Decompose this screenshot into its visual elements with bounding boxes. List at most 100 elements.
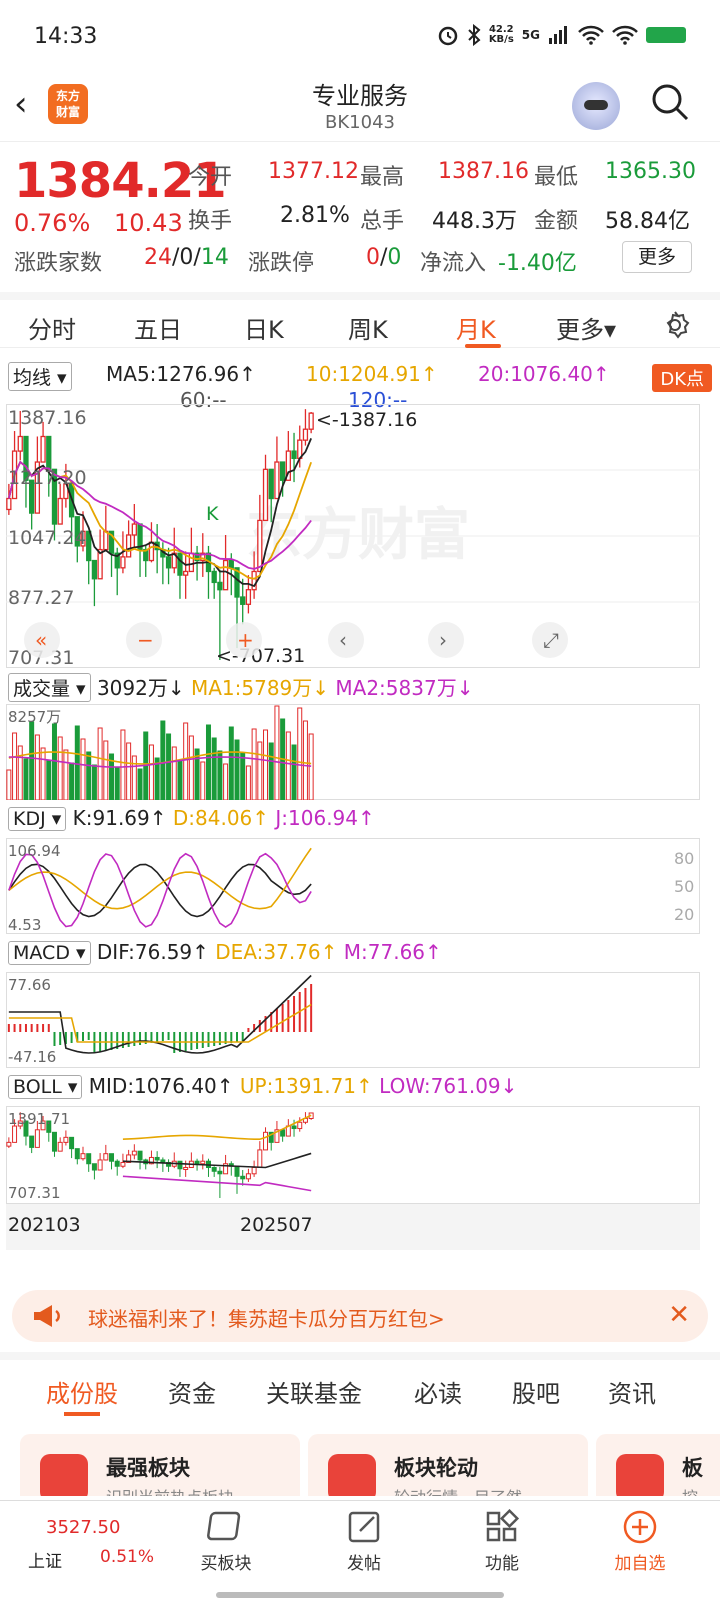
ma-selector[interactable]: 均线 ▾	[8, 362, 72, 391]
volume-selector[interactable]: 成交量 ▾	[8, 673, 91, 702]
kdj-tick-top: 106.94	[8, 842, 61, 860]
card-partial[interactable]: 板 挖	[596, 1434, 720, 1496]
sector-rotation-icon	[328, 1454, 376, 1496]
boll-candle-body	[12, 1125, 18, 1143]
boll-candle-body	[120, 1161, 126, 1167]
volume-bar	[166, 733, 172, 800]
tab-constituents[interactable]: 成份股	[46, 1374, 118, 1409]
y-tick-label: 1387.16	[8, 407, 87, 429]
tab-intraday[interactable]: 分时	[28, 310, 76, 345]
volume-bar	[69, 762, 75, 800]
boll-candle-body	[103, 1153, 109, 1161]
promo-text: 球迷福利来了！集苏超卡瓜分百万红包>	[88, 1307, 445, 1331]
volume-bar	[183, 722, 189, 800]
candle-body	[240, 596, 246, 605]
nav-add-watchlist[interactable]: 加自选	[590, 1505, 690, 1574]
tab-five-day[interactable]: 五日	[134, 310, 182, 345]
volume-bar	[97, 727, 103, 800]
tab-news[interactable]: 资讯	[608, 1374, 656, 1409]
macd-dif-label: DIF:76.59↑	[96, 940, 209, 964]
tab-more-periods[interactable]: 更多▾	[556, 310, 616, 345]
limit-label: 涨跌停	[248, 251, 315, 276]
wifi-icon	[578, 25, 604, 45]
volume-bar	[51, 723, 57, 800]
x-label-start: 202103	[8, 1214, 81, 1236]
kdj-k-label: K:91.69↑	[72, 806, 167, 830]
volume-bar	[29, 721, 35, 800]
status-bar: 14:33 42.2 KB/s 5G	[0, 0, 720, 70]
boll-chart[interactable]: 1391.71 707.31	[6, 1106, 700, 1204]
ma5-label: MA5:1276.96↑	[106, 362, 256, 386]
volume-bar	[6, 769, 12, 800]
tab-funds[interactable]: 资金	[168, 1374, 216, 1409]
max-price-label: <-1387.16	[316, 409, 417, 431]
breadth-value: 24/0/14	[144, 245, 229, 270]
chart-control-icon: −	[137, 628, 154, 652]
signal-label: K	[206, 503, 219, 525]
candle-body	[17, 435, 23, 452]
strongest-sector-icon	[40, 1454, 88, 1496]
nav-post[interactable]: 发帖	[314, 1505, 414, 1574]
turnover-label: 换手	[188, 209, 233, 234]
chart-frame	[6, 972, 700, 1068]
volume-chart[interactable]: 8257万	[6, 704, 700, 800]
volume-bar	[74, 725, 80, 800]
nav-buy-sector[interactable]: 买板块	[176, 1505, 276, 1574]
volume-bar	[251, 728, 257, 800]
open-value: 1377.12	[268, 159, 359, 184]
boll-candle-body	[234, 1165, 240, 1177]
status-icons: 42.2 KB/s 5G	[437, 24, 686, 46]
candlestick-chart[interactable]: 东方财富1387.161217.201047.24877.27707.31<-1…	[6, 404, 700, 668]
macd-selector[interactable]: MACD ▾	[8, 941, 91, 965]
boll-candle-body	[51, 1131, 57, 1152]
candle-body	[165, 556, 172, 569]
dk-point-button[interactable]: DK点	[652, 364, 712, 392]
volume-bar	[17, 745, 23, 800]
candle-body	[183, 570, 189, 576]
inflow-label: 净流入	[420, 251, 487, 276]
macd-tick-bottom: -47.16	[8, 1048, 56, 1066]
tab-must-read[interactable]: 必读	[414, 1374, 462, 1409]
volume-bar	[34, 734, 40, 800]
boll-selector[interactable]: BOLL ▾	[8, 1075, 83, 1099]
tab-daily-k[interactable]: 日K	[244, 310, 284, 345]
megaphone-icon	[34, 1305, 60, 1327]
limit-value: 0/0	[366, 245, 402, 270]
boll-up-label: UP:1391.71↑	[239, 1074, 373, 1098]
promo-banner[interactable]: 球迷福利来了！集苏超卡瓜分百万红包> ✕	[12, 1290, 708, 1342]
kdj-selector[interactable]: KDJ ▾	[8, 807, 67, 831]
index-ticker[interactable]: 3527.50 上证 0.51%	[0, 1501, 170, 1591]
candle-body	[279, 461, 286, 481]
assistant-robot-icon[interactable]	[572, 82, 620, 130]
boll-candle-body	[280, 1129, 286, 1137]
more-button[interactable]: 更多	[622, 241, 692, 273]
tab-forum[interactable]: 股吧	[512, 1374, 560, 1409]
candle-body	[211, 570, 217, 584]
macd-chart[interactable]: 77.66 -47.16	[6, 972, 700, 1068]
open-label: 今开	[188, 165, 233, 190]
nav-functions[interactable]: 功能	[452, 1505, 552, 1574]
home-indicator	[216, 1592, 504, 1598]
battery-icon	[646, 27, 686, 43]
card-strongest-sector[interactable]: 最强板块 识别当前热点板块	[20, 1434, 300, 1496]
boll-candle-body	[194, 1160, 200, 1165]
volume-bar	[86, 751, 92, 800]
tab-related-funds[interactable]: 关联基金	[266, 1374, 362, 1409]
volume-bar	[80, 738, 86, 800]
close-icon[interactable]: ✕	[668, 1300, 690, 1330]
kdj-chart[interactable]: 106.94 4.53 80 50 20	[6, 838, 700, 934]
volume-tick-label: 8257万	[8, 708, 61, 726]
grid-icon	[486, 1509, 520, 1542]
tab-monthly-k[interactable]: 月K	[456, 310, 496, 345]
volume-label: 总手	[360, 209, 405, 234]
card-sector-rotation[interactable]: 板块轮动 轮动行情一目了然	[308, 1434, 588, 1496]
kdj-d-label: D:84.06↑	[172, 806, 270, 830]
tab-weekly-k[interactable]: 周K	[348, 310, 388, 345]
candle-body	[46, 435, 52, 470]
volume-label: 3092万↓	[96, 676, 185, 700]
macd-m-label: M:77.66↑	[343, 940, 442, 964]
volume-bar	[23, 758, 29, 800]
search-icon[interactable]	[650, 82, 690, 122]
gear-icon[interactable]	[660, 310, 690, 340]
candle-body	[6, 497, 12, 511]
